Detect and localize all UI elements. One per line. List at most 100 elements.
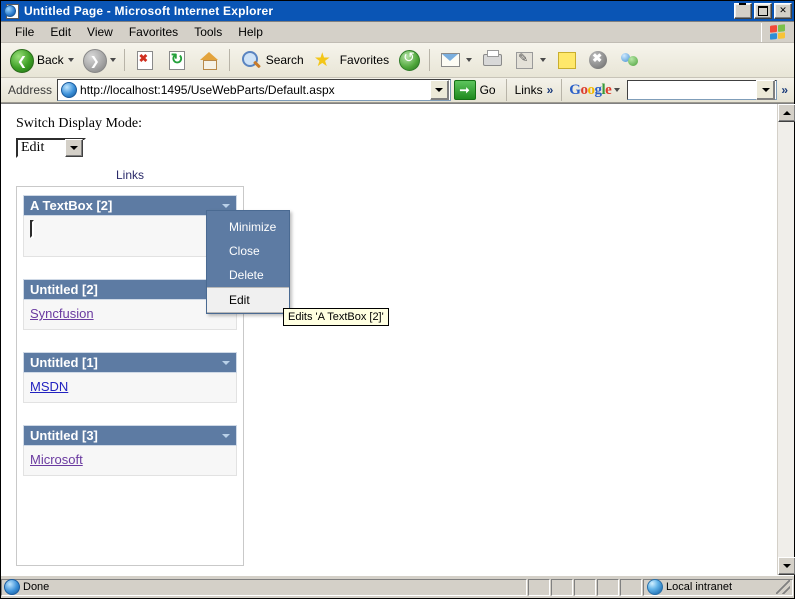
search-button[interactable]: Search bbox=[234, 44, 308, 76]
search-label: Search bbox=[266, 53, 304, 67]
status-panel-2 bbox=[551, 579, 573, 596]
google-history-dropdown[interactable] bbox=[756, 80, 775, 100]
resize-grip-icon[interactable] bbox=[776, 580, 790, 594]
verb-minimize[interactable]: Minimize bbox=[207, 215, 289, 239]
edit-page-icon bbox=[512, 48, 536, 72]
stop-icon bbox=[133, 48, 157, 72]
switch-display-mode-label: Switch Display Mode: bbox=[16, 116, 777, 132]
zone-title: Links bbox=[16, 168, 244, 182]
google-search-input[interactable] bbox=[627, 80, 777, 100]
close-button[interactable]: ✕ bbox=[774, 3, 792, 19]
security-zone-text: Local intranet bbox=[666, 581, 732, 593]
web-part-header: A TextBox [2] bbox=[23, 195, 237, 216]
chevron-down-icon[interactable] bbox=[65, 139, 83, 157]
menu-items: File Edit View Favorites Tools Help bbox=[1, 23, 761, 41]
chevron-double-right-icon[interactable]: » bbox=[547, 83, 554, 97]
web-part-link-microsoft[interactable]: Microsoft bbox=[30, 452, 83, 467]
vertical-scrollbar[interactable] bbox=[777, 104, 794, 575]
window-controls: ✕ bbox=[734, 3, 792, 19]
home-button[interactable] bbox=[193, 44, 225, 76]
go-arrow-icon: ➞ bbox=[454, 80, 476, 100]
web-part-link-syncfusion[interactable]: Syncfusion bbox=[30, 306, 94, 321]
forward-arrow-icon: ❯ bbox=[82, 48, 106, 72]
web-part-link-msdn[interactable]: MSDN bbox=[30, 379, 68, 394]
web-part-body: MSDN bbox=[23, 373, 237, 403]
web-part-title: Untitled [3] bbox=[30, 428, 220, 443]
messenger-icon bbox=[618, 48, 642, 72]
status-message-panel: Done bbox=[1, 579, 527, 596]
status-panel-5 bbox=[620, 579, 642, 596]
web-part-header: Untitled [3] bbox=[23, 425, 237, 446]
refresh-icon bbox=[165, 48, 189, 72]
address-url-text: http://localhost:1495/UseWebParts/Defaul… bbox=[80, 83, 430, 97]
web-part-textbox[interactable] bbox=[30, 220, 34, 238]
mail-dropdown-icon[interactable] bbox=[466, 58, 472, 62]
web-part: Untitled [3] Microsoft bbox=[23, 425, 237, 476]
scroll-down-button[interactable] bbox=[778, 557, 795, 575]
status-panel-1 bbox=[528, 579, 550, 596]
toolbar-separator bbox=[429, 49, 430, 71]
windows-flag-icon bbox=[761, 23, 792, 42]
address-input[interactable]: http://localhost:1495/UseWebParts/Defaul… bbox=[57, 79, 451, 101]
toolbar-separator bbox=[229, 49, 230, 71]
edit-page-button[interactable] bbox=[508, 44, 550, 76]
popup-blocker-button[interactable] bbox=[582, 44, 614, 76]
address-dropdown-button[interactable] bbox=[430, 80, 449, 100]
verb-edit[interactable]: Edit bbox=[207, 287, 289, 313]
address-separator bbox=[506, 79, 507, 101]
status-panel-4 bbox=[597, 579, 619, 596]
web-part-verbs-menu: Minimize Close Delete Edit bbox=[206, 210, 290, 314]
go-button[interactable]: ➞ Go bbox=[451, 80, 502, 100]
display-mode-select[interactable]: Edit bbox=[16, 138, 86, 158]
block-x-icon bbox=[586, 48, 610, 72]
menu-help[interactable]: Help bbox=[230, 23, 271, 41]
back-dropdown-icon[interactable] bbox=[68, 58, 74, 62]
verb-close[interactable]: Close bbox=[207, 239, 289, 263]
back-button[interactable]: ❮ Back bbox=[5, 44, 78, 76]
notes-button[interactable] bbox=[550, 44, 582, 76]
maximize-button[interactable] bbox=[754, 3, 772, 19]
web-part-verbs-chevron-down-icon[interactable] bbox=[220, 357, 232, 369]
web-part-verbs-chevron-down-icon[interactable] bbox=[220, 430, 232, 442]
favorites-label: Favorites bbox=[340, 53, 389, 67]
back-label: Back bbox=[37, 53, 64, 67]
messenger-button[interactable] bbox=[614, 44, 646, 76]
web-part-header: Untitled [1] bbox=[23, 352, 237, 373]
google-toolbar: Google bbox=[566, 82, 623, 99]
google-dropdown-icon[interactable] bbox=[614, 88, 620, 92]
ie-globe-icon bbox=[61, 82, 77, 98]
links-label: Links bbox=[515, 83, 543, 97]
ie-status-icon bbox=[4, 579, 20, 595]
verb-delete[interactable]: Delete bbox=[207, 263, 289, 287]
web-part-body: Microsoft bbox=[23, 446, 237, 476]
home-icon bbox=[197, 48, 221, 72]
star-icon bbox=[312, 48, 336, 72]
history-button[interactable] bbox=[393, 44, 425, 76]
window-title: Untitled Page - Microsoft Internet Explo… bbox=[24, 4, 734, 18]
scroll-up-button[interactable] bbox=[778, 104, 795, 122]
security-zone-panel[interactable]: Local intranet bbox=[643, 579, 793, 596]
toolbar-separator bbox=[124, 49, 125, 71]
scrollbar-track[interactable] bbox=[778, 122, 794, 557]
ie-page-icon bbox=[4, 3, 20, 19]
stop-button[interactable] bbox=[129, 44, 161, 76]
toolbar-overflow-icon[interactable]: » bbox=[777, 83, 792, 97]
edit-dropdown-icon[interactable] bbox=[540, 58, 546, 62]
refresh-button[interactable] bbox=[161, 44, 193, 76]
minimize-button[interactable] bbox=[734, 3, 752, 19]
forward-dropdown-icon[interactable] bbox=[110, 58, 116, 62]
menu-favorites[interactable]: Favorites bbox=[121, 23, 186, 41]
web-part-body: Syncfusion bbox=[23, 300, 237, 330]
menu-edit[interactable]: Edit bbox=[42, 23, 79, 41]
menu-tools[interactable]: Tools bbox=[186, 23, 230, 41]
status-panel-3 bbox=[574, 579, 596, 596]
menu-view[interactable]: View bbox=[79, 23, 121, 41]
menu-file[interactable]: File bbox=[7, 23, 42, 41]
links-toolbar-button[interactable]: Links » bbox=[511, 83, 558, 97]
history-icon bbox=[397, 48, 421, 72]
mail-button[interactable] bbox=[434, 44, 476, 76]
favorites-button[interactable]: Favorites bbox=[308, 44, 393, 76]
note-icon bbox=[554, 48, 578, 72]
print-button[interactable] bbox=[476, 44, 508, 76]
forward-button[interactable]: ❯ bbox=[78, 44, 120, 76]
